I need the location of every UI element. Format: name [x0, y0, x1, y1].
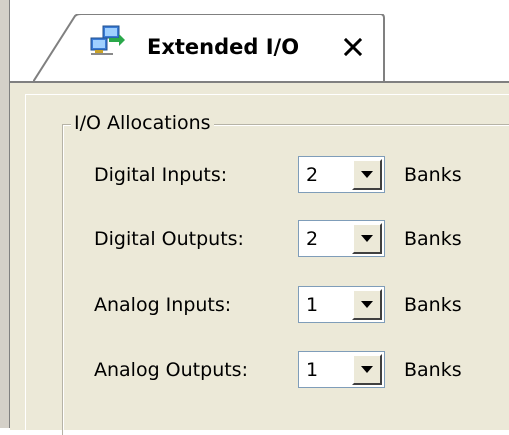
- digital-outputs-select[interactable]: 2: [298, 220, 385, 257]
- select-value: 2: [306, 164, 319, 186]
- analog-outputs-select[interactable]: 1: [298, 351, 385, 388]
- select-value: 2: [306, 228, 319, 250]
- select-value: 1: [306, 294, 319, 316]
- analog-inputs-unit: Banks: [404, 294, 462, 316]
- analog-outputs-label: Analog Outputs:: [94, 359, 248, 381]
- dropdown-arrow-button[interactable]: [352, 289, 382, 320]
- dropdown-arrow-button[interactable]: [352, 223, 382, 254]
- digital-outputs-label: Digital Outputs:: [94, 228, 244, 250]
- analog-inputs-select[interactable]: 1: [298, 286, 385, 323]
- tab-extended-io[interactable]: Extended I/O: [33, 14, 385, 82]
- tab-label: Extended I/O: [147, 35, 300, 59]
- digital-inputs-unit: Banks: [404, 164, 462, 186]
- network-computers-icon: [89, 24, 127, 56]
- group-legend: I/O Allocations: [71, 112, 214, 134]
- select-value: 1: [306, 359, 319, 381]
- tab-strip: Extended I/O: [10, 0, 509, 82]
- digital-inputs-label: Digital Inputs:: [94, 164, 228, 186]
- chevron-down-icon: [361, 365, 373, 373]
- chevron-down-icon: [361, 170, 373, 178]
- dropdown-arrow-button[interactable]: [352, 159, 382, 190]
- close-icon[interactable]: [337, 31, 369, 63]
- chevron-down-icon: [361, 234, 373, 242]
- digital-outputs-unit: Banks: [404, 228, 462, 250]
- chevron-down-icon: [361, 300, 373, 308]
- window-left-border: [0, 0, 10, 428]
- dropdown-arrow-button[interactable]: [352, 354, 382, 385]
- analog-outputs-unit: Banks: [404, 359, 462, 381]
- analog-inputs-label: Analog Inputs:: [94, 294, 232, 316]
- digital-inputs-select[interactable]: 2: [298, 156, 385, 193]
